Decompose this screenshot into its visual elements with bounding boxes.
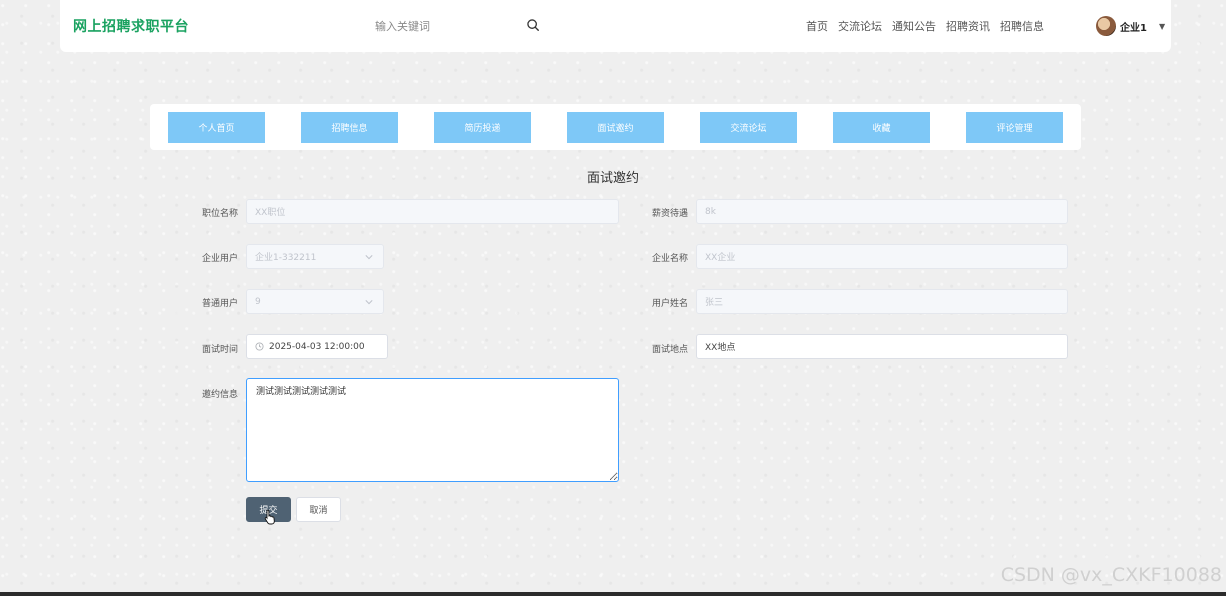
top-header: 网上招聘求职平台 首页 交流论坛 通知公告 招聘资讯 招聘信息 企业1 ▼ <box>60 0 1171 52</box>
company-name-field[interactable]: XX企业 <box>696 244 1068 269</box>
nav-forum[interactable]: 交流论坛 <box>838 18 882 34</box>
salary-field[interactable]: 8k <box>696 199 1068 224</box>
menu-comment-manage[interactable]: 评论管理 <box>966 112 1063 143</box>
normal-user-label: 普通用户 <box>202 299 239 309</box>
chevron-down-icon <box>365 255 373 260</box>
user-menu[interactable]: 企业1 ▼ <box>1096 15 1165 37</box>
nav-jobs[interactable]: 招聘信息 <box>1000 18 1044 34</box>
position-field[interactable]: XX职位 <box>246 199 619 224</box>
nav-home[interactable]: 首页 <box>806 18 828 34</box>
menu-favorites[interactable]: 收藏 <box>833 112 930 143</box>
nav-notice[interactable]: 通知公告 <box>892 18 936 34</box>
menu-forum[interactable]: 交流论坛 <box>700 112 797 143</box>
search-input[interactable] <box>360 12 520 40</box>
company-name-label: 企业名称 <box>652 254 689 264</box>
search-box <box>360 12 550 40</box>
avatar <box>1096 16 1116 36</box>
user-name: 企业1 <box>1120 22 1147 34</box>
bottom-divider <box>0 592 1226 596</box>
menu-personal-home[interactable]: 个人首页 <box>168 112 265 143</box>
center-menu: 个人首页 招聘信息 简历投递 面试邀约 交流论坛 收藏 评论管理 <box>150 104 1081 150</box>
normal-user-value: 9 <box>255 296 261 307</box>
site-brand[interactable]: 网上招聘求职平台 <box>73 16 189 36</box>
company-user-select[interactable]: 企业1-332211 <box>246 244 384 269</box>
interview-time-label: 面试时间 <box>202 345 239 355</box>
chevron-down-icon <box>365 300 373 305</box>
invite-message-textarea[interactable]: 测试测试测试测试测试 <box>246 378 619 482</box>
salary-label: 薪资待遇 <box>652 209 689 219</box>
company-user-value: 企业1-332211 <box>255 253 317 263</box>
csdn-watermark: CSDN @vx_CXKF10088 <box>1000 564 1222 586</box>
clock-icon <box>255 342 264 351</box>
search-icon[interactable] <box>526 18 540 32</box>
interview-place-label: 面试地点 <box>652 345 689 355</box>
menu-recruit-info[interactable]: 招聘信息 <box>301 112 398 143</box>
form-title: 面试邀约 <box>586 171 639 186</box>
interview-place-field[interactable]: XX地点 <box>696 334 1068 359</box>
top-nav: 首页 交流论坛 通知公告 招聘资讯 招聘信息 <box>806 18 1044 34</box>
menu-resume-delivery[interactable]: 简历投递 <box>434 112 531 143</box>
position-label: 职位名称 <box>202 209 239 219</box>
interview-time-value: 2025-04-03 12:00:00 <box>269 341 365 352</box>
cancel-button[interactable]: 取消 <box>296 497 341 522</box>
company-user-label: 企业用户 <box>202 254 239 264</box>
caret-down-icon: ▼ <box>1158 21 1166 31</box>
nav-news[interactable]: 招聘资讯 <box>946 18 990 34</box>
pointer-cursor-icon <box>264 509 275 525</box>
user-name-label: 用户姓名 <box>652 299 689 309</box>
invite-message-label: 邀约信息 <box>202 390 239 400</box>
interview-time-picker[interactable]: 2025-04-03 12:00:00 <box>246 334 388 359</box>
user-name-field[interactable]: 张三 <box>696 289 1068 314</box>
normal-user-select[interactable]: 9 <box>246 289 384 314</box>
menu-interview-invite[interactable]: 面试邀约 <box>567 112 664 143</box>
